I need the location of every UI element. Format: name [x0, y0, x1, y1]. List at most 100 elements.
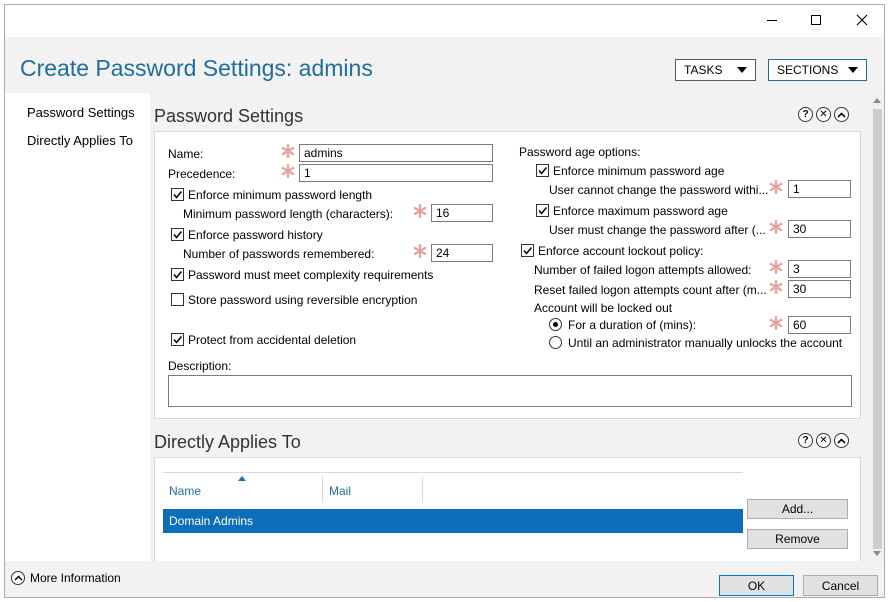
complexity-checkbox[interactable] [171, 268, 184, 281]
reset-count-input[interactable]: 30 [788, 280, 851, 298]
password-settings-panel: Name: admins Precedence: 1 Enforce minim… [154, 131, 861, 419]
close-section-icon[interactable]: ✕ [816, 107, 831, 122]
column-header-name-label: Name [169, 484, 202, 498]
cancel-button[interactable]: Cancel [803, 575, 878, 596]
required-asterisk-icon [281, 164, 295, 178]
min-length-label: Minimum password length (characters): [183, 207, 394, 221]
checkmark-icon [538, 167, 548, 175]
tasks-label: TASKS [684, 63, 723, 77]
required-asterisk-icon [769, 280, 783, 294]
manual-unlock-label: Until an administrator manually unlocks … [568, 336, 843, 350]
required-asterisk-icon [769, 260, 783, 274]
row-name-cell: Domain Admins [169, 514, 254, 528]
required-asterisk-icon [769, 316, 783, 330]
more-information-label: More Information [30, 571, 121, 585]
chevron-down-icon [737, 67, 747, 73]
help-icon[interactable]: ? [798, 433, 813, 448]
enforce-min-age-label: Enforce minimum password age [553, 164, 725, 178]
description-label: Description: [168, 359, 232, 373]
min-age-label: User cannot change the password withi... [549, 183, 769, 197]
name-input[interactable]: admins [299, 144, 493, 162]
enforce-history-label: Enforce password history [188, 228, 323, 242]
required-asterisk-icon [281, 144, 295, 158]
minimize-button[interactable] [749, 5, 795, 35]
complexity-label: Password must meet complexity requiremen… [188, 268, 434, 282]
history-input[interactable]: 24 [431, 244, 493, 262]
required-asterisk-icon [413, 244, 427, 258]
close-button[interactable] [839, 5, 884, 35]
column-header-mail[interactable]: Mail [323, 473, 423, 505]
table-row[interactable]: Domain Admins [163, 509, 743, 533]
nav-item-password-settings[interactable]: Password Settings [27, 105, 135, 120]
duration-input[interactable]: 60 [788, 316, 851, 334]
max-age-label: User must change the password after (... [549, 223, 766, 237]
max-age-input[interactable]: 30 [788, 220, 851, 238]
precedence-input[interactable]: 1 [299, 164, 493, 182]
reversible-encryption-label: Store password using reversible encrypti… [188, 293, 418, 307]
min-length-input[interactable]: 16 [431, 204, 493, 222]
sort-ascending-icon [238, 476, 246, 481]
enforce-max-age-checkbox[interactable] [536, 204, 549, 217]
close-icon [856, 14, 868, 26]
minimize-icon [767, 20, 777, 21]
maximize-icon [811, 15, 821, 25]
checkmark-icon [173, 271, 183, 279]
ok-button[interactable]: OK [719, 575, 794, 596]
name-label: Name: [168, 147, 204, 161]
failed-attempts-input[interactable]: 3 [788, 260, 851, 278]
enforce-min-length-label: Enforce minimum password length [188, 188, 373, 202]
description-textarea[interactable] [168, 375, 852, 407]
manual-unlock-radio[interactable] [549, 336, 562, 349]
remove-button[interactable]: Remove [747, 529, 848, 549]
required-asterisk-icon [413, 204, 427, 218]
vertical-scrollbar[interactable] [869, 93, 884, 561]
required-asterisk-icon [769, 220, 783, 234]
header: Create Password Settings: admins TASKS S… [5, 37, 884, 93]
directly-applies-controls: ? ✕ [798, 433, 849, 448]
checkmark-icon [173, 231, 183, 239]
create-password-settings-window: Create Password Settings: admins TASKS S… [4, 4, 885, 598]
scroll-thumb[interactable] [873, 109, 882, 549]
required-asterisk-icon [769, 180, 783, 194]
scroll-up-icon[interactable] [873, 98, 881, 103]
help-icon[interactable]: ? [798, 107, 813, 122]
duration-label: For a duration of (mins): [568, 318, 697, 332]
column-header-mail-label: Mail [329, 484, 352, 498]
duration-radio[interactable] [549, 318, 562, 331]
section-nav: Password Settings Directly Applies To [5, 93, 150, 561]
nav-item-directly-applies-to[interactable]: Directly Applies To [27, 133, 133, 148]
collapse-icon[interactable] [834, 433, 849, 448]
maximize-button[interactable] [793, 5, 839, 35]
members-grid: Name Mail Domain Admins [163, 472, 743, 561]
enforce-history-checkbox[interactable] [171, 228, 184, 241]
failed-attempts-label: Number of failed logon attempts allowed: [534, 263, 752, 277]
checkmark-icon [173, 336, 183, 344]
scroll-down-icon[interactable] [873, 551, 881, 556]
locked-out-label: Account will be locked out [534, 301, 673, 315]
collapse-icon[interactable] [834, 107, 849, 122]
lockout-policy-checkbox[interactable] [521, 244, 534, 257]
add-button[interactable]: Add... [747, 499, 848, 519]
reset-count-label: Reset failed logon attempts count after … [534, 283, 767, 297]
lockout-policy-label: Enforce account lockout policy: [538, 244, 704, 258]
directly-applies-title: Directly Applies To [154, 432, 301, 452]
tasks-button[interactable]: TASKS [675, 59, 756, 81]
password-settings-controls: ? ✕ [798, 107, 849, 122]
directly-applies-panel: Name Mail Domain Admins Add... Remove [154, 457, 861, 561]
sections-label: SECTIONS [777, 63, 839, 77]
checkmark-icon [523, 247, 533, 255]
expand-up-icon [11, 571, 25, 585]
protect-deletion-checkbox[interactable] [171, 333, 184, 346]
enforce-min-age-checkbox[interactable] [536, 164, 549, 177]
enforce-min-length-checkbox[interactable] [171, 188, 184, 201]
password-settings-title: Password Settings [154, 106, 304, 126]
close-section-icon[interactable]: ✕ [816, 433, 831, 448]
sections-button[interactable]: SECTIONS [768, 59, 867, 81]
content-area: Password Settings ? ✕ Name: admins Prece… [150, 93, 884, 561]
reversible-encryption-checkbox[interactable] [171, 293, 184, 306]
min-age-input[interactable]: 1 [788, 180, 851, 198]
more-information-toggle[interactable]: More Information [11, 571, 121, 585]
age-options-label: Password age options: [519, 145, 641, 159]
footer: More Information OK Cancel [5, 561, 884, 597]
page-title: Create Password Settings: admins [20, 55, 373, 81]
